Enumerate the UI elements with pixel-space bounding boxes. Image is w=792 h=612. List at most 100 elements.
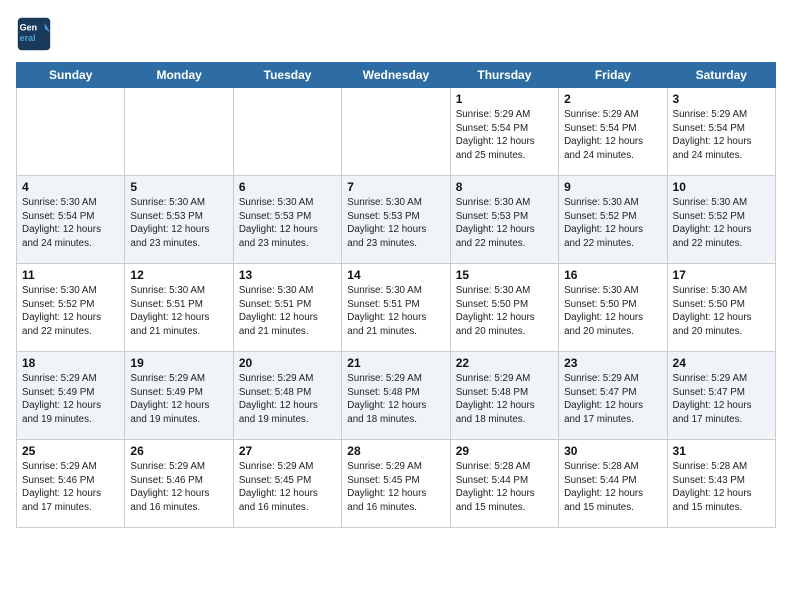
calendar-cell: 22 Sunrise: 5:29 AM Sunset: 5:48 PM Dayli… xyxy=(450,352,558,440)
calendar-cell: 15 Sunrise: 5:30 AM Sunset: 5:50 PM Dayli… xyxy=(450,264,558,352)
day-number: 2 xyxy=(564,92,661,106)
day-info: Sunrise: 5:29 AM Sunset: 5:48 PM Dayligh… xyxy=(347,372,444,427)
day-number: 8 xyxy=(456,180,553,194)
calendar-cell: 3Sunrise: 5:29 AM Sunset: 5:54 PM Daylig… xyxy=(667,88,775,176)
day-info: Sunrise: 5:30 AM Sunset: 5:52 PM Dayligh… xyxy=(673,196,770,251)
day-info: Sunrise: 5:29 AM Sunset: 5:47 PM Dayligh… xyxy=(673,372,770,427)
calendar-cell: 23Sunrise: 5:29 AM Sunset: 5:47 PM Dayli… xyxy=(559,352,667,440)
calendar-cell: 2 Sunrise: 5:29 AM Sunset: 5:54 PM Daylig… xyxy=(559,88,667,176)
calendar-cell xyxy=(17,88,125,176)
page-header: Gen eral xyxy=(16,16,776,52)
day-number: 20 xyxy=(239,356,336,370)
calendar-cell: 25Sunrise: 5:29 AM Sunset: 5:46 PM Dayli… xyxy=(17,440,125,528)
day-info: Sunrise: 5:29 AM Sunset: 5:49 PM Dayligh… xyxy=(130,372,227,427)
day-number: 24 xyxy=(673,356,770,370)
day-info: Sunrise: 5:29 AM Sunset: 5:46 PM Dayligh… xyxy=(22,460,119,515)
calendar-cell: 7Sunrise: 5:30 AM Sunset: 5:53 PM Daylig… xyxy=(342,176,450,264)
calendar-cell xyxy=(125,88,233,176)
day-number: 13 xyxy=(239,268,336,282)
day-header-thursday: Thursday xyxy=(450,63,558,88)
day-header-friday: Friday xyxy=(559,63,667,88)
day-info: Sunrise: 5:29 AM Sunset: 5:49 PM Dayligh… xyxy=(22,372,119,427)
day-number: 21 xyxy=(347,356,444,370)
calendar-cell: 24 Sunrise: 5:29 AM Sunset: 5:47 PM Dayli… xyxy=(667,352,775,440)
day-info: Sunrise: 5:30 AM Sunset: 5:52 PM Dayligh… xyxy=(22,284,119,339)
calendar-week-row: 11 Sunrise: 5:30 AM Sunset: 5:52 PM Dayli… xyxy=(17,264,776,352)
calendar-week-row: 18Sunrise: 5:29 AM Sunset: 5:49 PM Dayli… xyxy=(17,352,776,440)
calendar-cell: 13 Sunrise: 5:30 AM Sunset: 5:51 PM Dayli… xyxy=(233,264,341,352)
calendar-cell: 21 Sunrise: 5:29 AM Sunset: 5:48 PM Dayli… xyxy=(342,352,450,440)
calendar-cell: 11 Sunrise: 5:30 AM Sunset: 5:52 PM Dayli… xyxy=(17,264,125,352)
day-info: Sunrise: 5:30 AM Sunset: 5:54 PM Dayligh… xyxy=(22,196,119,251)
day-number: 22 xyxy=(456,356,553,370)
calendar-week-row: 1 Sunrise: 5:29 AM Sunset: 5:54 PM Daylig… xyxy=(17,88,776,176)
calendar-cell: 18Sunrise: 5:29 AM Sunset: 5:49 PM Dayli… xyxy=(17,352,125,440)
day-info: Sunrise: 5:30 AM Sunset: 5:50 PM Dayligh… xyxy=(456,284,553,339)
calendar-cell: 9Sunrise: 5:30 AM Sunset: 5:52 PM Daylig… xyxy=(559,176,667,264)
day-header-saturday: Saturday xyxy=(667,63,775,88)
calendar-cell: 31Sunrise: 5:28 AM Sunset: 5:43 PM Dayli… xyxy=(667,440,775,528)
day-info: Sunrise: 5:30 AM Sunset: 5:51 PM Dayligh… xyxy=(239,284,336,339)
calendar-cell: 30 Sunrise: 5:28 AM Sunset: 5:44 PM Dayli… xyxy=(559,440,667,528)
calendar-cell: 20 Sunrise: 5:29 AM Sunset: 5:48 PM Dayli… xyxy=(233,352,341,440)
calendar-cell xyxy=(233,88,341,176)
calendar-week-row: 25Sunrise: 5:29 AM Sunset: 5:46 PM Dayli… xyxy=(17,440,776,528)
calendar-cell: 10Sunrise: 5:30 AM Sunset: 5:52 PM Dayli… xyxy=(667,176,775,264)
day-number: 30 xyxy=(564,444,661,458)
calendar-cell: 16 Sunrise: 5:30 AM Sunset: 5:50 PM Dayli… xyxy=(559,264,667,352)
day-info: Sunrise: 5:28 AM Sunset: 5:43 PM Dayligh… xyxy=(673,460,770,515)
day-info: Sunrise: 5:29 AM Sunset: 5:47 PM Dayligh… xyxy=(564,372,661,427)
logo-icon: Gen eral xyxy=(16,16,52,52)
logo: Gen eral xyxy=(16,16,56,52)
calendar-cell: 8 Sunrise: 5:30 AM Sunset: 5:53 PM Daylig… xyxy=(450,176,558,264)
day-number: 15 xyxy=(456,268,553,282)
day-number: 7 xyxy=(347,180,444,194)
day-info: Sunrise: 5:30 AM Sunset: 5:51 PM Dayligh… xyxy=(130,284,227,339)
day-info: Sunrise: 5:29 AM Sunset: 5:45 PM Dayligh… xyxy=(239,460,336,515)
day-info: Sunrise: 5:29 AM Sunset: 5:45 PM Dayligh… xyxy=(347,460,444,515)
day-header-sunday: Sunday xyxy=(17,63,125,88)
calendar-cell: 4 Sunrise: 5:30 AM Sunset: 5:54 PM Daylig… xyxy=(17,176,125,264)
day-info: Sunrise: 5:30 AM Sunset: 5:50 PM Dayligh… xyxy=(564,284,661,339)
day-info: Sunrise: 5:29 AM Sunset: 5:46 PM Dayligh… xyxy=(130,460,227,515)
calendar-cell: 29Sunrise: 5:28 AM Sunset: 5:44 PM Dayli… xyxy=(450,440,558,528)
day-info: Sunrise: 5:28 AM Sunset: 5:44 PM Dayligh… xyxy=(456,460,553,515)
calendar-table: SundayMondayTuesdayWednesdayThursdayFrid… xyxy=(16,62,776,528)
calendar-cell: 28 Sunrise: 5:29 AM Sunset: 5:45 PM Dayli… xyxy=(342,440,450,528)
day-number: 17 xyxy=(673,268,770,282)
day-number: 26 xyxy=(130,444,227,458)
day-number: 28 xyxy=(347,444,444,458)
calendar-header-row: SundayMondayTuesdayWednesdayThursdayFrid… xyxy=(17,63,776,88)
calendar-cell: 19 Sunrise: 5:29 AM Sunset: 5:49 PM Dayli… xyxy=(125,352,233,440)
day-number: 11 xyxy=(22,268,119,282)
day-header-tuesday: Tuesday xyxy=(233,63,341,88)
day-info: Sunrise: 5:29 AM Sunset: 5:54 PM Dayligh… xyxy=(564,108,661,163)
day-number: 12 xyxy=(130,268,227,282)
day-info: Sunrise: 5:29 AM Sunset: 5:48 PM Dayligh… xyxy=(239,372,336,427)
calendar-cell: 27 Sunrise: 5:29 AM Sunset: 5:45 PM Dayli… xyxy=(233,440,341,528)
day-number: 1 xyxy=(456,92,553,106)
day-info: Sunrise: 5:30 AM Sunset: 5:53 PM Dayligh… xyxy=(456,196,553,251)
calendar-cell: 1 Sunrise: 5:29 AM Sunset: 5:54 PM Daylig… xyxy=(450,88,558,176)
day-info: Sunrise: 5:30 AM Sunset: 5:53 PM Dayligh… xyxy=(239,196,336,251)
day-info: Sunrise: 5:29 AM Sunset: 5:48 PM Dayligh… xyxy=(456,372,553,427)
day-number: 19 xyxy=(130,356,227,370)
day-header-monday: Monday xyxy=(125,63,233,88)
day-info: Sunrise: 5:29 AM Sunset: 5:54 PM Dayligh… xyxy=(456,108,553,163)
calendar-cell: 6 Sunrise: 5:30 AM Sunset: 5:53 PM Daylig… xyxy=(233,176,341,264)
day-number: 27 xyxy=(239,444,336,458)
day-header-wednesday: Wednesday xyxy=(342,63,450,88)
day-info: Sunrise: 5:30 AM Sunset: 5:53 PM Dayligh… xyxy=(130,196,227,251)
day-number: 16 xyxy=(564,268,661,282)
calendar-cell: 14 Sunrise: 5:30 AM Sunset: 5:51 PM Dayli… xyxy=(342,264,450,352)
calendar-week-row: 4 Sunrise: 5:30 AM Sunset: 5:54 PM Daylig… xyxy=(17,176,776,264)
day-info: Sunrise: 5:30 AM Sunset: 5:52 PM Dayligh… xyxy=(564,196,661,251)
day-number: 14 xyxy=(347,268,444,282)
day-info: Sunrise: 5:30 AM Sunset: 5:51 PM Dayligh… xyxy=(347,284,444,339)
day-info: Sunrise: 5:30 AM Sunset: 5:50 PM Dayligh… xyxy=(673,284,770,339)
day-info: Sunrise: 5:28 AM Sunset: 5:44 PM Dayligh… xyxy=(564,460,661,515)
day-number: 6 xyxy=(239,180,336,194)
day-info: Sunrise: 5:29 AM Sunset: 5:54 PM Dayligh… xyxy=(673,108,770,163)
calendar-cell: 5Sunrise: 5:30 AM Sunset: 5:53 PM Daylig… xyxy=(125,176,233,264)
day-number: 4 xyxy=(22,180,119,194)
